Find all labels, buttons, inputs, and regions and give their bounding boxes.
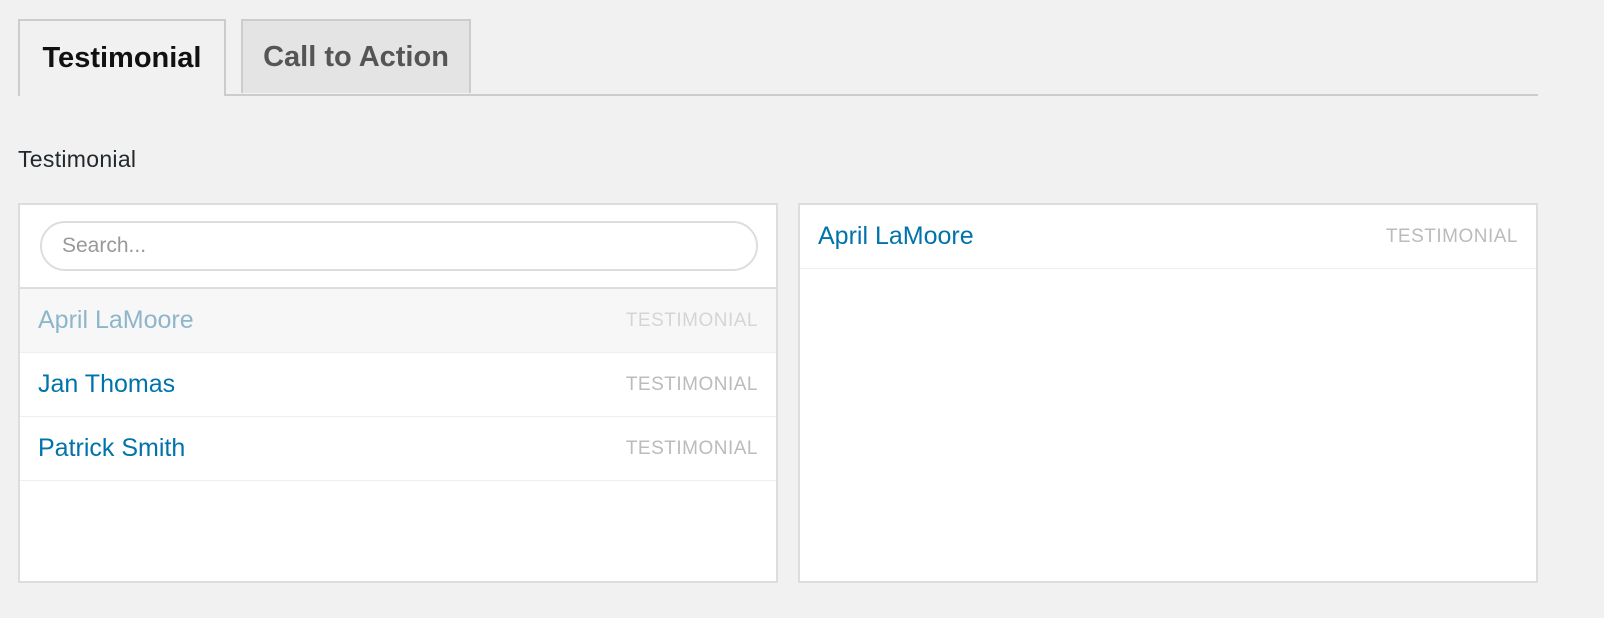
selected-item-april-lamoore[interactable]: April LaMoore TESTIMONIAL	[800, 205, 1536, 269]
item-type: TESTIMONIAL	[625, 373, 758, 395]
item-name: Jan Thomas	[38, 370, 176, 398]
page: Testimonial Call to Action Testimonial A…	[0, 0, 1604, 618]
available-item-april-lamoore[interactable]: April LaMoore TESTIMONIAL	[20, 289, 776, 353]
item-name: Patrick Smith	[38, 434, 186, 462]
section-title: Testimonial	[18, 146, 137, 172]
item-name: April LaMoore	[818, 222, 974, 250]
item-type: TESTIMONIAL	[1385, 225, 1518, 247]
tab-call-to-action[interactable]: Call to Action	[241, 19, 471, 93]
tab-testimonial-label: Testimonial	[42, 42, 202, 74]
item-type: TESTIMONIAL	[625, 437, 758, 459]
search-container	[20, 205, 776, 289]
available-item-jan-thomas[interactable]: Jan Thomas TESTIMONIAL	[20, 353, 776, 417]
search-input[interactable]	[40, 221, 758, 271]
item-name: April LaMoore	[38, 306, 194, 334]
item-type: TESTIMONIAL	[625, 309, 758, 331]
tab-call-to-action-label: Call to Action	[263, 40, 449, 73]
available-items-panel: April LaMoore TESTIMONIAL Jan Thomas TES…	[18, 203, 778, 583]
selected-items-panel: April LaMoore TESTIMONIAL	[798, 203, 1538, 583]
tab-testimonial[interactable]: Testimonial	[18, 19, 226, 96]
available-item-patrick-smith[interactable]: Patrick Smith TESTIMONIAL	[20, 417, 776, 481]
tab-bar: Testimonial Call to Action	[18, 19, 1538, 96]
